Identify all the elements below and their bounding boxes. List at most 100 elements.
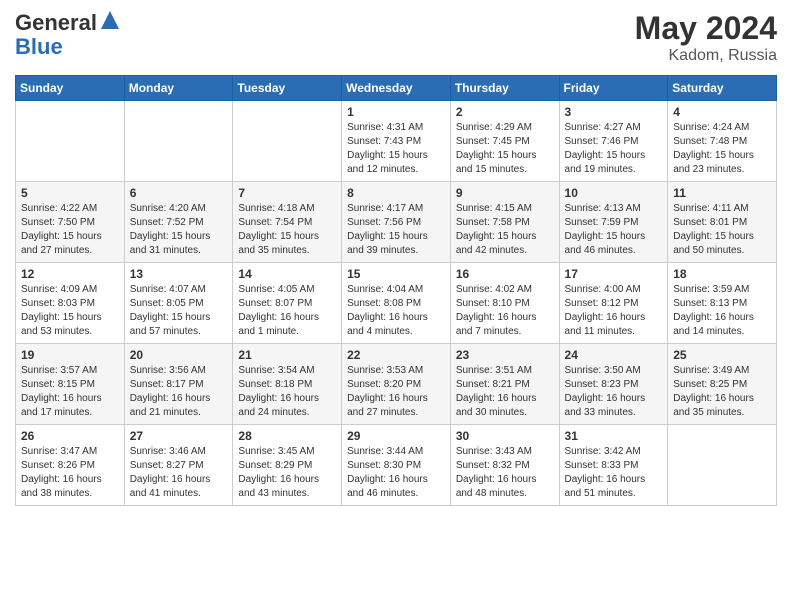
week-row-3: 12 Sunrise: 4:09 AMSunset: 8:03 PMDayligh… [16,263,777,344]
day-info: Sunrise: 3:43 AMSunset: 8:32 PMDaylight:… [456,445,554,501]
calendar-cell: 2Sunrise: 4:29 AMSunset: 7:45 PMDaylight… [450,101,559,182]
day-info: Sunrise: 4:17 AMSunset: 7:56 PMDaylight:… [347,202,445,258]
day-info: Sunrise: 4:11 AMSunset: 8:01 PMDaylight:… [673,202,771,258]
calendar-cell [668,425,777,506]
calendar-cell: 5 Sunrise: 4:22 AMSunset: 7:50 PMDaylight… [16,182,125,263]
day-info: Sunrise: 3:45 AMSunset: 8:29 PMDaylight:… [238,445,336,501]
calendar-cell: 17 Sunrise: 4:00 AMSunset: 8:12 PMDayligh… [559,263,668,344]
day-info: Sunrise: 4:18 AMSunset: 7:54 PMDaylight:… [238,202,336,258]
title-block: May 2024 Kadom, Russia [635,10,777,65]
day-info: Sunrise: 3:50 AMSunset: 8:23 PMDaylight:… [565,364,663,420]
calendar-cell: 31Sunrise: 3:42 AMSunset: 8:33 PMDayligh… [559,425,668,506]
day-number: 23 [456,348,554,362]
calendar-cell: 3 Sunrise: 4:27 AMSunset: 7:46 PMDaylight… [559,101,668,182]
day-number: 29 [347,429,445,443]
calendar-cell: 21 Sunrise: 3:54 AMSunset: 8:18 PMDayligh… [233,344,342,425]
day-info: Sunrise: 3:49 AMSunset: 8:25 PMDaylight:… [673,364,771,420]
calendar-cell: 26 Sunrise: 3:47 AMSunset: 8:26 PMDayligh… [16,425,125,506]
weekday-header-sunday: Sunday [16,76,125,101]
day-number: 8 [347,186,445,200]
weekday-header-friday: Friday [559,76,668,101]
calendar-cell: 10 Sunrise: 4:13 AMSunset: 7:59 PMDayligh… [559,182,668,263]
calendar-cell: 20Sunrise: 3:56 AMSunset: 8:17 PMDayligh… [124,344,233,425]
header: General Blue May 2024 Kadom, Russia [15,10,777,65]
day-info: Sunrise: 3:57 AMSunset: 8:15 PMDaylight:… [21,364,119,420]
calendar-cell: 12 Sunrise: 4:09 AMSunset: 8:03 PMDayligh… [16,263,125,344]
day-number: 5 [21,186,119,200]
weekday-header-row: SundayMondayTuesdayWednesdayThursdayFrid… [16,76,777,101]
day-info: Sunrise: 4:31 AMSunset: 7:43 PMDaylight:… [347,121,445,177]
logo-general: General [15,10,97,36]
day-number: 6 [130,186,228,200]
day-info: Sunrise: 3:44 AMSunset: 8:30 PMDaylight:… [347,445,445,501]
calendar-cell [16,101,125,182]
calendar-cell: 23Sunrise: 3:51 AMSunset: 8:21 PMDayligh… [450,344,559,425]
calendar-cell: 30 Sunrise: 3:43 AMSunset: 8:32 PMDayligh… [450,425,559,506]
day-info: Sunrise: 4:29 AMSunset: 7:45 PMDaylight:… [456,121,554,177]
day-info: Sunrise: 4:22 AMSunset: 7:50 PMDaylight:… [21,202,119,258]
weekday-header-tuesday: Tuesday [233,76,342,101]
day-number: 26 [21,429,119,443]
day-info: Sunrise: 4:07 AMSunset: 8:05 PMDaylight:… [130,283,228,339]
day-info: Sunrise: 4:09 AMSunset: 8:03 PMDaylight:… [21,283,119,339]
logo-blue: Blue [15,34,63,59]
calendar-cell: 29 Sunrise: 3:44 AMSunset: 8:30 PMDayligh… [342,425,451,506]
calendar-cell: 8 Sunrise: 4:17 AMSunset: 7:56 PMDaylight… [342,182,451,263]
week-row-2: 5 Sunrise: 4:22 AMSunset: 7:50 PMDaylight… [16,182,777,263]
calendar-cell: 6 Sunrise: 4:20 AMSunset: 7:52 PMDaylight… [124,182,233,263]
calendar-cell: 14Sunrise: 4:05 AMSunset: 8:07 PMDayligh… [233,263,342,344]
calendar-cell: 4Sunrise: 4:24 AMSunset: 7:48 PMDaylight… [668,101,777,182]
calendar-cell [233,101,342,182]
calendar-cell: 11 Sunrise: 4:11 AMSunset: 8:01 PMDayligh… [668,182,777,263]
location-title: Kadom, Russia [635,47,777,65]
day-info: Sunrise: 4:15 AMSunset: 7:58 PMDaylight:… [456,202,554,258]
weekday-header-thursday: Thursday [450,76,559,101]
day-info: Sunrise: 4:27 AMSunset: 7:46 PMDaylight:… [565,121,663,177]
day-number: 16 [456,267,554,281]
day-info: Sunrise: 3:46 AMSunset: 8:27 PMDaylight:… [130,445,228,501]
day-number: 30 [456,429,554,443]
day-number: 1 [347,105,445,119]
day-number: 14 [238,267,336,281]
day-info: Sunrise: 3:53 AMSunset: 8:20 PMDaylight:… [347,364,445,420]
calendar-cell: 16Sunrise: 4:02 AMSunset: 8:10 PMDayligh… [450,263,559,344]
day-number: 24 [565,348,663,362]
day-info: Sunrise: 3:47 AMSunset: 8:26 PMDaylight:… [21,445,119,501]
calendar-cell: 9Sunrise: 4:15 AMSunset: 7:58 PMDaylight… [450,182,559,263]
day-info: Sunrise: 4:20 AMSunset: 7:52 PMDaylight:… [130,202,228,258]
calendar-cell [124,101,233,182]
week-row-1: 1 Sunrise: 4:31 AMSunset: 7:43 PMDaylight… [16,101,777,182]
day-number: 13 [130,267,228,281]
weekday-header-wednesday: Wednesday [342,76,451,101]
calendar-cell: 28 Sunrise: 3:45 AMSunset: 8:29 PMDayligh… [233,425,342,506]
day-number: 18 [673,267,771,281]
calendar-cell: 13 Sunrise: 4:07 AMSunset: 8:05 PMDayligh… [124,263,233,344]
day-number: 28 [238,429,336,443]
calendar-cell: 22Sunrise: 3:53 AMSunset: 8:20 PMDayligh… [342,344,451,425]
calendar-cell: 25 Sunrise: 3:49 AMSunset: 8:25 PMDayligh… [668,344,777,425]
logo-text: General Blue [15,10,119,60]
day-info: Sunrise: 4:04 AMSunset: 8:08 PMDaylight:… [347,283,445,339]
weekday-header-monday: Monday [124,76,233,101]
day-info: Sunrise: 4:13 AMSunset: 7:59 PMDaylight:… [565,202,663,258]
day-info: Sunrise: 3:54 AMSunset: 8:18 PMDaylight:… [238,364,336,420]
day-number: 7 [238,186,336,200]
day-number: 12 [21,267,119,281]
day-number: 3 [565,105,663,119]
day-number: 21 [238,348,336,362]
day-info: Sunrise: 4:24 AMSunset: 7:48 PMDaylight:… [673,121,771,177]
day-info: Sunrise: 3:59 AMSunset: 8:13 PMDaylight:… [673,283,771,339]
day-number: 17 [565,267,663,281]
day-number: 25 [673,348,771,362]
week-row-4: 19Sunrise: 3:57 AMSunset: 8:15 PMDayligh… [16,344,777,425]
calendar-cell: 19Sunrise: 3:57 AMSunset: 8:15 PMDayligh… [16,344,125,425]
day-number: 10 [565,186,663,200]
calendar-cell: 7 Sunrise: 4:18 AMSunset: 7:54 PMDaylight… [233,182,342,263]
day-number: 11 [673,186,771,200]
calendar-table: SundayMondayTuesdayWednesdayThursdayFrid… [15,75,777,506]
weekday-header-saturday: Saturday [668,76,777,101]
calendar-cell: 1 Sunrise: 4:31 AMSunset: 7:43 PMDaylight… [342,101,451,182]
day-info: Sunrise: 4:00 AMSunset: 8:12 PMDaylight:… [565,283,663,339]
logo: General Blue [15,10,119,60]
logo-triangle-icon [101,11,119,31]
